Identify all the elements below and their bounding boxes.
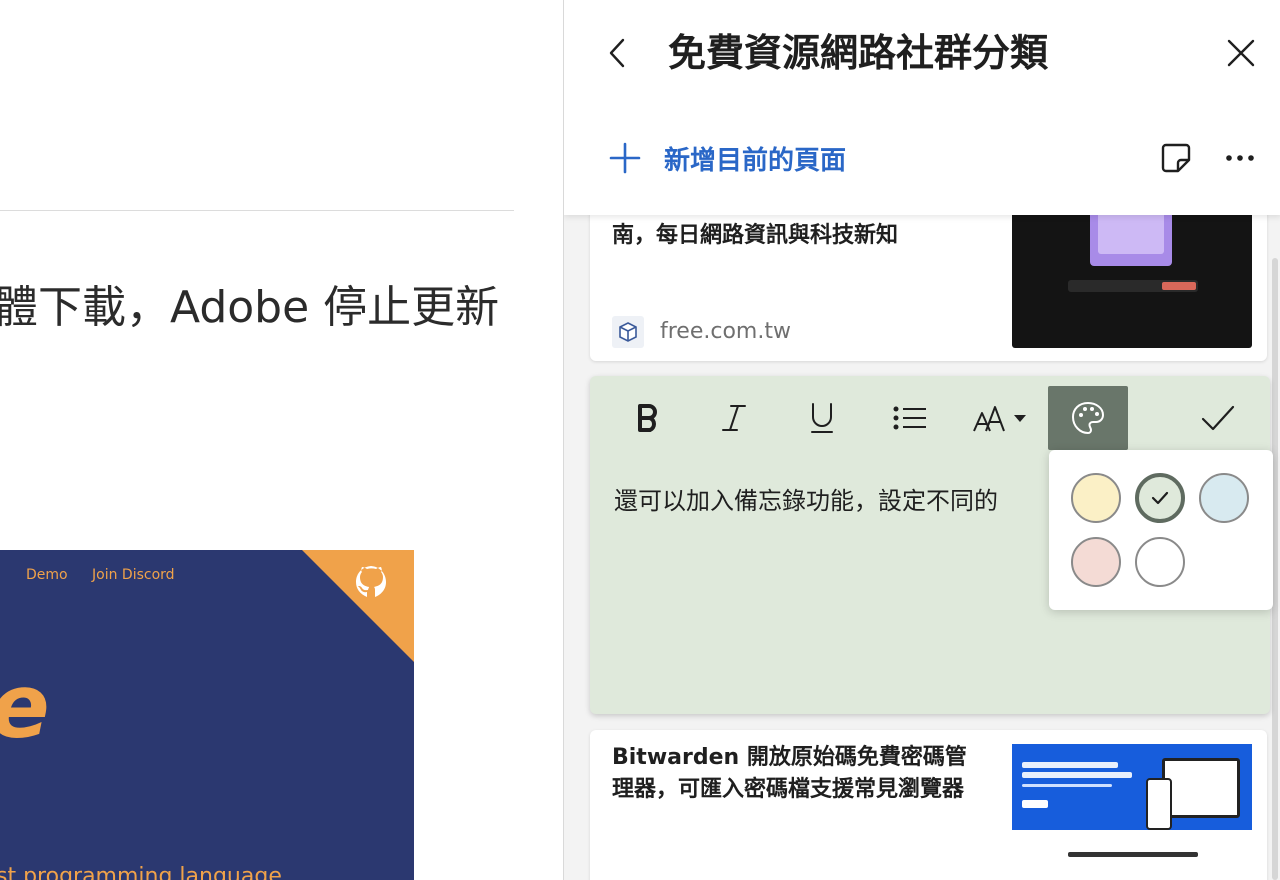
web-page-background: 體下載，Adobe 停止更新 Demo Join Discord e st pr… bbox=[0, 0, 563, 880]
bulleted-list-button[interactable] bbox=[870, 386, 950, 450]
banner-nav-demo[interactable]: Demo bbox=[26, 567, 68, 583]
banner-tagline: st programming language bbox=[0, 864, 282, 880]
italic-icon bbox=[722, 405, 746, 431]
article-headline[interactable]: 體下載，Adobe 停止更新 bbox=[0, 278, 499, 338]
divider bbox=[0, 210, 514, 211]
add-current-page-label: 新增目前的頁面 bbox=[664, 145, 847, 176]
chevron-left-icon bbox=[609, 38, 625, 68]
add-current-page-button[interactable]: 新增目前的頁面 bbox=[608, 136, 846, 180]
note-toolbar bbox=[590, 386, 1270, 450]
card-domain: free.com.tw bbox=[660, 319, 791, 344]
more-horizontal-icon bbox=[1226, 155, 1254, 161]
font-size-button[interactable] bbox=[958, 386, 1042, 450]
check-icon bbox=[1201, 405, 1235, 431]
color-swatch-white[interactable] bbox=[1135, 537, 1185, 587]
panel-header: 免費資源網路社群分類 新增目前的頁面 bbox=[564, 0, 1280, 215]
more-options-button[interactable] bbox=[1224, 142, 1256, 174]
bold-icon bbox=[638, 404, 657, 432]
banner-logo-letter: e bbox=[0, 662, 50, 752]
color-swatch-green[interactable] bbox=[1135, 473, 1185, 523]
note-text[interactable]: 還可以加入備忘錄功能，設定不同的 bbox=[614, 484, 998, 518]
thumbnail-graphic bbox=[1022, 800, 1048, 808]
palette-icon bbox=[1072, 402, 1104, 434]
collection-card[interactable]: Bitwarden 開放原始碼免費密碼管理器，可匯入密碼檔支援常見瀏覽器 bbox=[590, 730, 1267, 880]
plus-icon bbox=[609, 142, 641, 174]
color-swatch-pink[interactable] bbox=[1071, 537, 1121, 587]
collections-panel: 免費資源網路社群分類 新增目前的頁面 南，每日網路資訊與科技新知 free.co… bbox=[563, 0, 1280, 880]
github-cat-icon[interactable] bbox=[348, 560, 396, 608]
close-button[interactable] bbox=[1224, 36, 1258, 70]
sticky-note-icon bbox=[1161, 143, 1191, 173]
check-icon bbox=[1151, 491, 1169, 505]
cube-icon bbox=[619, 322, 637, 342]
thumbnail-graphic bbox=[1146, 778, 1172, 830]
underline-button[interactable] bbox=[782, 386, 862, 450]
font-size-icon bbox=[973, 406, 1026, 432]
close-icon bbox=[1227, 39, 1255, 67]
list-icon bbox=[893, 406, 926, 430]
back-button[interactable] bbox=[602, 36, 632, 70]
thumbnail-graphic bbox=[1022, 762, 1118, 768]
card-thumbnail bbox=[1012, 744, 1252, 880]
thumbnail-graphic bbox=[1022, 772, 1132, 778]
bold-button[interactable] bbox=[608, 386, 688, 450]
color-swatch-yellow[interactable] bbox=[1071, 473, 1121, 523]
underline-icon bbox=[811, 403, 833, 433]
save-note-button[interactable] bbox=[1178, 386, 1258, 450]
thumbnail-graphic bbox=[1022, 784, 1112, 787]
thumbnail-graphic bbox=[1162, 282, 1196, 290]
banner-nav-discord[interactable]: Join Discord bbox=[92, 567, 175, 583]
note-color-picker bbox=[1049, 450, 1273, 610]
collection-title: 免費資源網路社群分類 bbox=[668, 31, 1049, 75]
add-note-button[interactable] bbox=[1160, 142, 1192, 174]
italic-button[interactable] bbox=[694, 386, 774, 450]
card-title: 南，每日網路資訊與科技新知 bbox=[612, 223, 899, 248]
note-color-button[interactable] bbox=[1048, 386, 1128, 450]
article-banner-image: Demo Join Discord e st programming langu… bbox=[0, 550, 414, 880]
thumbnail-graphic bbox=[1068, 852, 1198, 857]
color-swatch-blue[interactable] bbox=[1199, 473, 1249, 523]
card-title: Bitwarden 開放原始碼免費密碼管理器，可匯入密碼檔支援常見瀏覽器 bbox=[612, 745, 967, 802]
site-favicon bbox=[612, 316, 644, 348]
thumbnail-graphic bbox=[1162, 758, 1240, 818]
